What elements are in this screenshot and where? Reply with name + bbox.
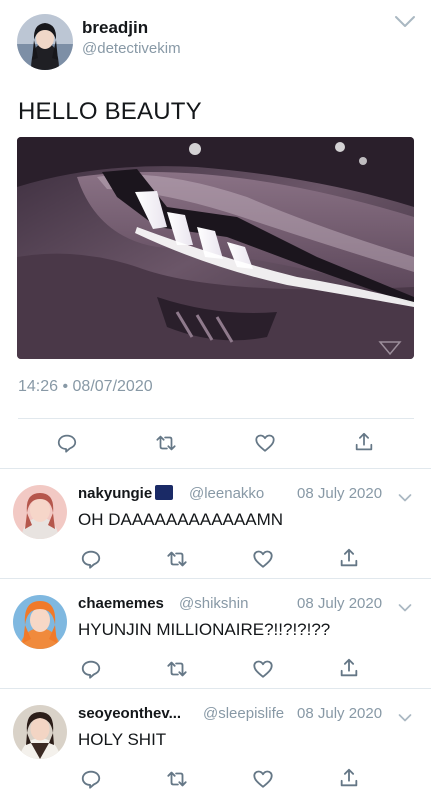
night-city-emoji-icon [155, 485, 174, 500]
tweet-media[interactable] [17, 137, 414, 359]
avatar-photo-icon [13, 705, 67, 759]
reply-tweet[interactable]: seoyeonthev... @sleepislife 08 July 2020… [0, 688, 431, 798]
retweet-icon[interactable] [166, 768, 187, 788]
share-icon[interactable] [338, 657, 358, 677]
reply-tweet[interactable]: chaememes @shikshin 08 July 2020 HYUNJIN… [0, 578, 431, 688]
reply-tweet[interactable]: nakyungie @leenakko 08 July 2020 OH DAAA… [0, 468, 431, 578]
reply-actions [0, 539, 431, 573]
reply-icon[interactable] [80, 548, 101, 569]
reply-text: HOLY SHIT [78, 730, 167, 749]
tweet-timestamp: 14:26 • 08/07/2020 [18, 378, 153, 395]
reply-avatar[interactable] [13, 485, 67, 539]
reply-handle[interactable]: @sleepislife [203, 705, 284, 722]
car-headlight-photo-icon [17, 137, 414, 359]
chevron-down-icon[interactable] [398, 600, 412, 612]
reply-display-name[interactable]: seoyeonthev... [78, 705, 181, 722]
retweet-icon[interactable] [166, 658, 187, 678]
share-icon[interactable] [338, 547, 358, 567]
chevron-down-icon[interactable] [398, 710, 412, 722]
heart-icon[interactable] [254, 432, 276, 454]
main-tweet: breadjin @detectivekim HELLO BEAUTY 14:2… [0, 0, 431, 468]
reply-date: 08 July 2020 [297, 705, 383, 722]
divider [18, 418, 414, 419]
reply-date: 08 July 2020 [297, 485, 383, 502]
heart-icon[interactable] [252, 548, 273, 568]
heart-icon[interactable] [252, 768, 273, 788]
reply-display-name[interactable]: nakyungie [78, 485, 174, 502]
reply-text: OH DAAAAAAAAAAAAMN [78, 510, 284, 529]
avatar-photo-icon [13, 485, 67, 539]
avatar-photo-icon [13, 595, 67, 649]
reply-icon[interactable] [80, 658, 101, 679]
reply-avatar[interactable] [13, 595, 67, 649]
reply-actions [0, 759, 431, 793]
reply-display-name[interactable]: chaememes [78, 595, 164, 612]
heart-icon[interactable] [252, 658, 273, 678]
reply-handle[interactable]: @shikshin [179, 595, 248, 612]
tweet-actions [0, 420, 431, 466]
tweet-text: HELLO BEAUTY [18, 98, 202, 125]
author-avatar[interactable] [17, 14, 73, 70]
reply-actions [0, 649, 431, 683]
reply-text: HYUNJIN MILLIONAIRE?!!?!?!?? [78, 620, 331, 639]
chevron-down-icon[interactable] [394, 14, 416, 30]
reply-handle[interactable]: @leenakko [189, 485, 264, 502]
reply-avatar[interactable] [13, 705, 67, 759]
share-icon[interactable] [338, 767, 358, 787]
reply-icon[interactable] [56, 432, 78, 454]
avatar-photo-icon [17, 14, 73, 70]
reply-display-name-text: nakyungie [78, 485, 153, 502]
author-display-name[interactable]: breadjin [82, 18, 148, 38]
reply-icon[interactable] [80, 768, 101, 789]
retweet-icon[interactable] [166, 548, 187, 568]
retweet-icon[interactable] [155, 432, 177, 454]
share-icon[interactable] [353, 431, 375, 453]
chevron-down-icon[interactable] [398, 490, 412, 502]
author-handle[interactable]: @detectivekim [82, 40, 181, 57]
reply-date: 08 July 2020 [297, 595, 383, 612]
